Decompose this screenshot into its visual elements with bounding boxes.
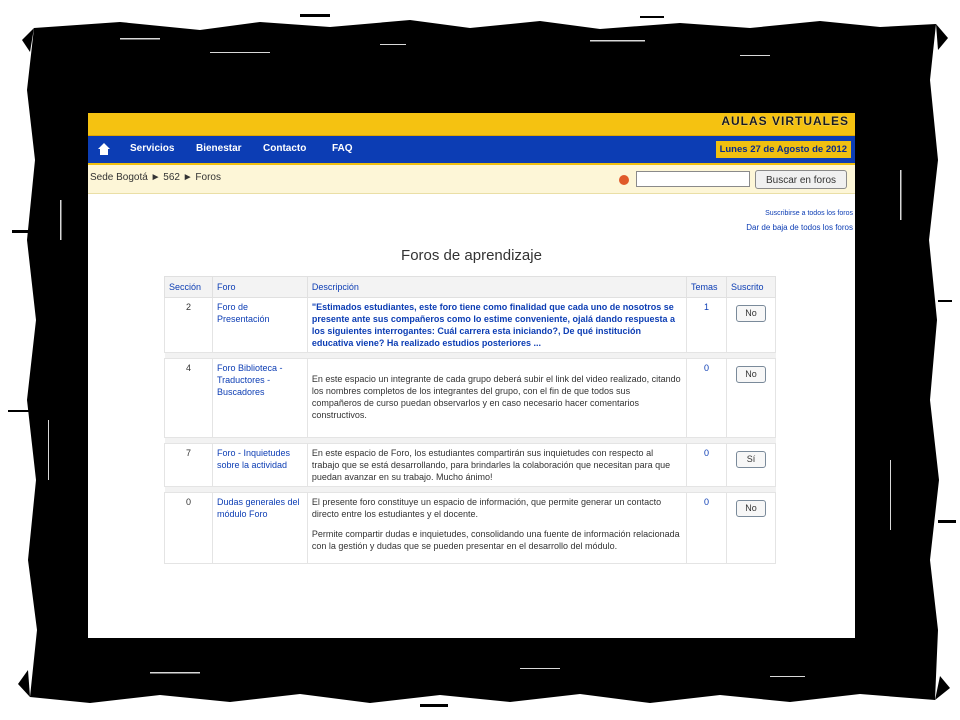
nav-item-contacto[interactable]: Contacto (263, 143, 306, 154)
header-topics: Temas (686, 276, 727, 298)
search-forums-button[interactable]: Buscar en foros (755, 170, 847, 189)
forum-link[interactable]: Foro de Presentación (217, 302, 270, 324)
forum-link[interactable]: Dudas generales del módulo Foro (217, 497, 300, 519)
breadcrumb[interactable]: Sede Bogotá ► 562 ► Foros (90, 172, 221, 183)
nav-item-faq[interactable]: FAQ (332, 143, 353, 154)
forum-link[interactable]: Foro Biblioteca - Traductores -Buscadore… (217, 363, 283, 397)
header-subscribed: Suscrito (726, 276, 776, 298)
page-title: Foros de aprendizaje (401, 247, 542, 264)
topics-count: 1 (686, 297, 727, 353)
aulas-virtuales-logo: AULAS VIRTUALES (721, 114, 849, 128)
forum-description-paragraph: El presente foro constituye un espacio d… (311, 497, 662, 519)
topics-count: 0 (686, 492, 727, 564)
row-section: 2 (164, 297, 213, 353)
subscribe-toggle-button[interactable]: Sí (736, 451, 766, 468)
search-icon (619, 175, 629, 185)
search-input[interactable] (636, 171, 750, 187)
subscribe-toggle-button[interactable]: No (736, 366, 766, 383)
header-section: Sección (164, 276, 213, 298)
topics-count: 0 (686, 358, 727, 438)
home-icon[interactable] (97, 142, 111, 156)
forum-description-paragraph: Permite compartir dudas e inquietudes, c… (311, 529, 680, 551)
nav-item-servicios[interactable]: Servicios (130, 143, 174, 154)
unsubscribe-all-link[interactable]: Dar de baja de todos los foros (746, 223, 853, 232)
main-navigation: Servicios Bienestar Contacto FAQ Lunes 2… (88, 136, 855, 165)
table-row: 0 Dudas generales del módulo Foro El pre… (164, 492, 776, 564)
topics-count: 0 (686, 443, 727, 487)
forum-description: En este espacio de Foro, los estudiantes… (306, 443, 688, 487)
row-section: 4 (164, 358, 213, 438)
header-forum: Foro (211, 276, 308, 298)
table-row: 4 Foro Biblioteca - Traductores -Buscado… (164, 358, 776, 438)
top-banner: AULAS VIRTUALES (88, 113, 855, 136)
forums-table: Sección Foro Descripción Temas Suscrito … (164, 276, 776, 564)
row-section: 7 (164, 443, 213, 487)
row-section: 0 (164, 492, 213, 564)
subscribe-toggle-button[interactable]: No (736, 305, 766, 322)
subscribe-toggle-button[interactable]: No (736, 500, 766, 517)
current-date: Lunes 27 de Agosto de 2012 (715, 141, 851, 158)
table-row: 2 Foro de Presentación "Estimados estudi… (164, 297, 776, 353)
breadcrumb-bar: Sede Bogotá ► 562 ► Foros Buscar en foro… (88, 165, 855, 194)
forum-link[interactable]: Foro - Inquietudes sobre la actividad (217, 448, 290, 470)
nav-item-bienestar[interactable]: Bienestar (196, 143, 242, 154)
header-description: Descripción (306, 276, 688, 298)
subscribe-all-link[interactable]: Suscribirse a todos los foros (765, 210, 853, 217)
browser-screenshot: AULAS VIRTUALES Servicios Bienestar Cont… (88, 113, 855, 638)
table-header-row: Sección Foro Descripción Temas Suscrito (164, 276, 776, 298)
forum-description: En este espacio un integrante de cada gr… (306, 358, 688, 438)
table-row: 7 Foro - Inquietudes sobre la actividad … (164, 443, 776, 487)
forum-description: El presente foro constituye un espacio d… (306, 492, 688, 564)
forum-description: "Estimados estudiantes, este foro tiene … (306, 297, 688, 353)
